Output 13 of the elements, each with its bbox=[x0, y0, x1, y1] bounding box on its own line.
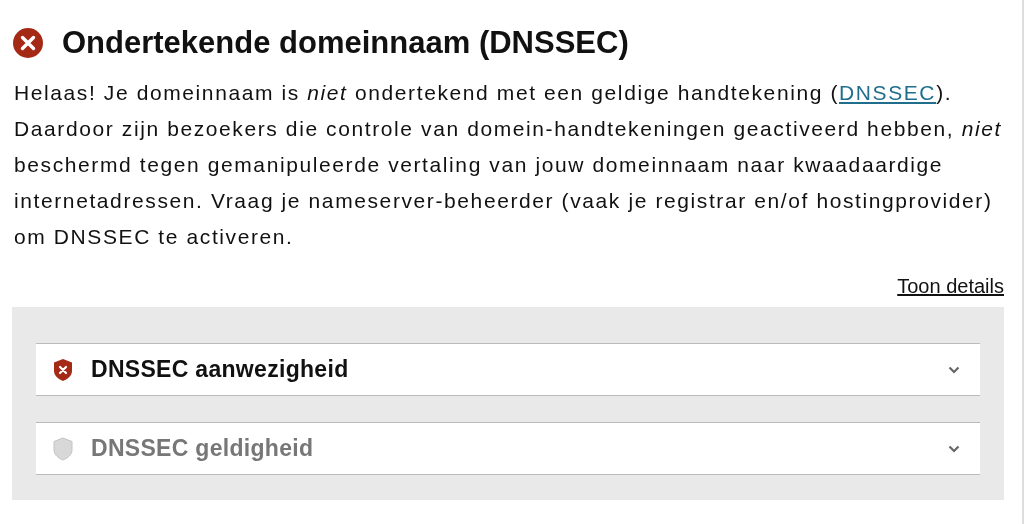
section-title: Ondertekende domeinnaam (DNSSEC) bbox=[62, 24, 629, 62]
dnssec-link[interactable]: DNSSEC bbox=[839, 81, 937, 104]
check-label: DNSSEC geldigheid bbox=[91, 435, 315, 462]
intro-paragraph: Helaas! Je domeinnaam is niet ondertekend met een geldige handtekening (DNSSEC). Daardoor zijn bezoekers die controle van domein-handtekeningen geactiveerd hebben, niet beschermd tegen gemanipuleerde vertaling van jouw domeinnaam naar kwaadaardige internetadressen. Vraag je nameserver-beheerder (vaak je registrar en/of hostingprovider) om DNSSEC te activeren. bbox=[14, 80, 1003, 250]
check-item[interactable]: DNSSEC geldigheid bbox=[36, 422, 980, 475]
show-details-link[interactable]: Toon details bbox=[897, 273, 1004, 299]
shield-icon bbox=[53, 357, 73, 382]
shield-icon bbox=[53, 436, 73, 461]
error-icon bbox=[12, 27, 44, 59]
check-item[interactable]: DNSSEC aanwezigheid bbox=[36, 343, 980, 396]
chevron-icon bbox=[948, 365, 960, 374]
check-label: DNSSEC aanwezigheid bbox=[91, 356, 350, 383]
chevron-icon bbox=[948, 444, 960, 453]
